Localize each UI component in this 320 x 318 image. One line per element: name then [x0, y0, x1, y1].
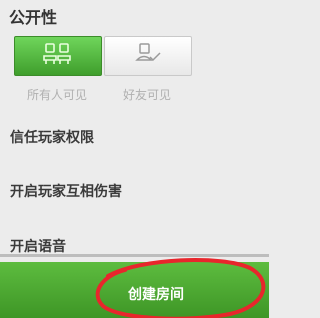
visibility-friends-button[interactable] [104, 36, 192, 76]
visibility-everyone-label: 所有人可见 [26, 88, 87, 102]
friend-icon [133, 42, 163, 70]
create-room-label: 创建房间 [128, 287, 184, 303]
visibility-everyone-button[interactable] [14, 36, 102, 76]
trust-permissions-label[interactable]: 信任玩家权限 [10, 127, 94, 147]
create-room-button[interactable]: 创建房间 [98, 275, 214, 313]
footer-divider [0, 254, 269, 257]
visibility-friends-label: 好友可见 [122, 88, 171, 102]
group-icon [43, 42, 73, 70]
voice-toggle-label[interactable]: 开启语音 [10, 236, 66, 256]
visibility-section-title: 公开性 [9, 8, 58, 27]
pvp-toggle-label[interactable]: 开启玩家互相伤害 [10, 181, 122, 201]
